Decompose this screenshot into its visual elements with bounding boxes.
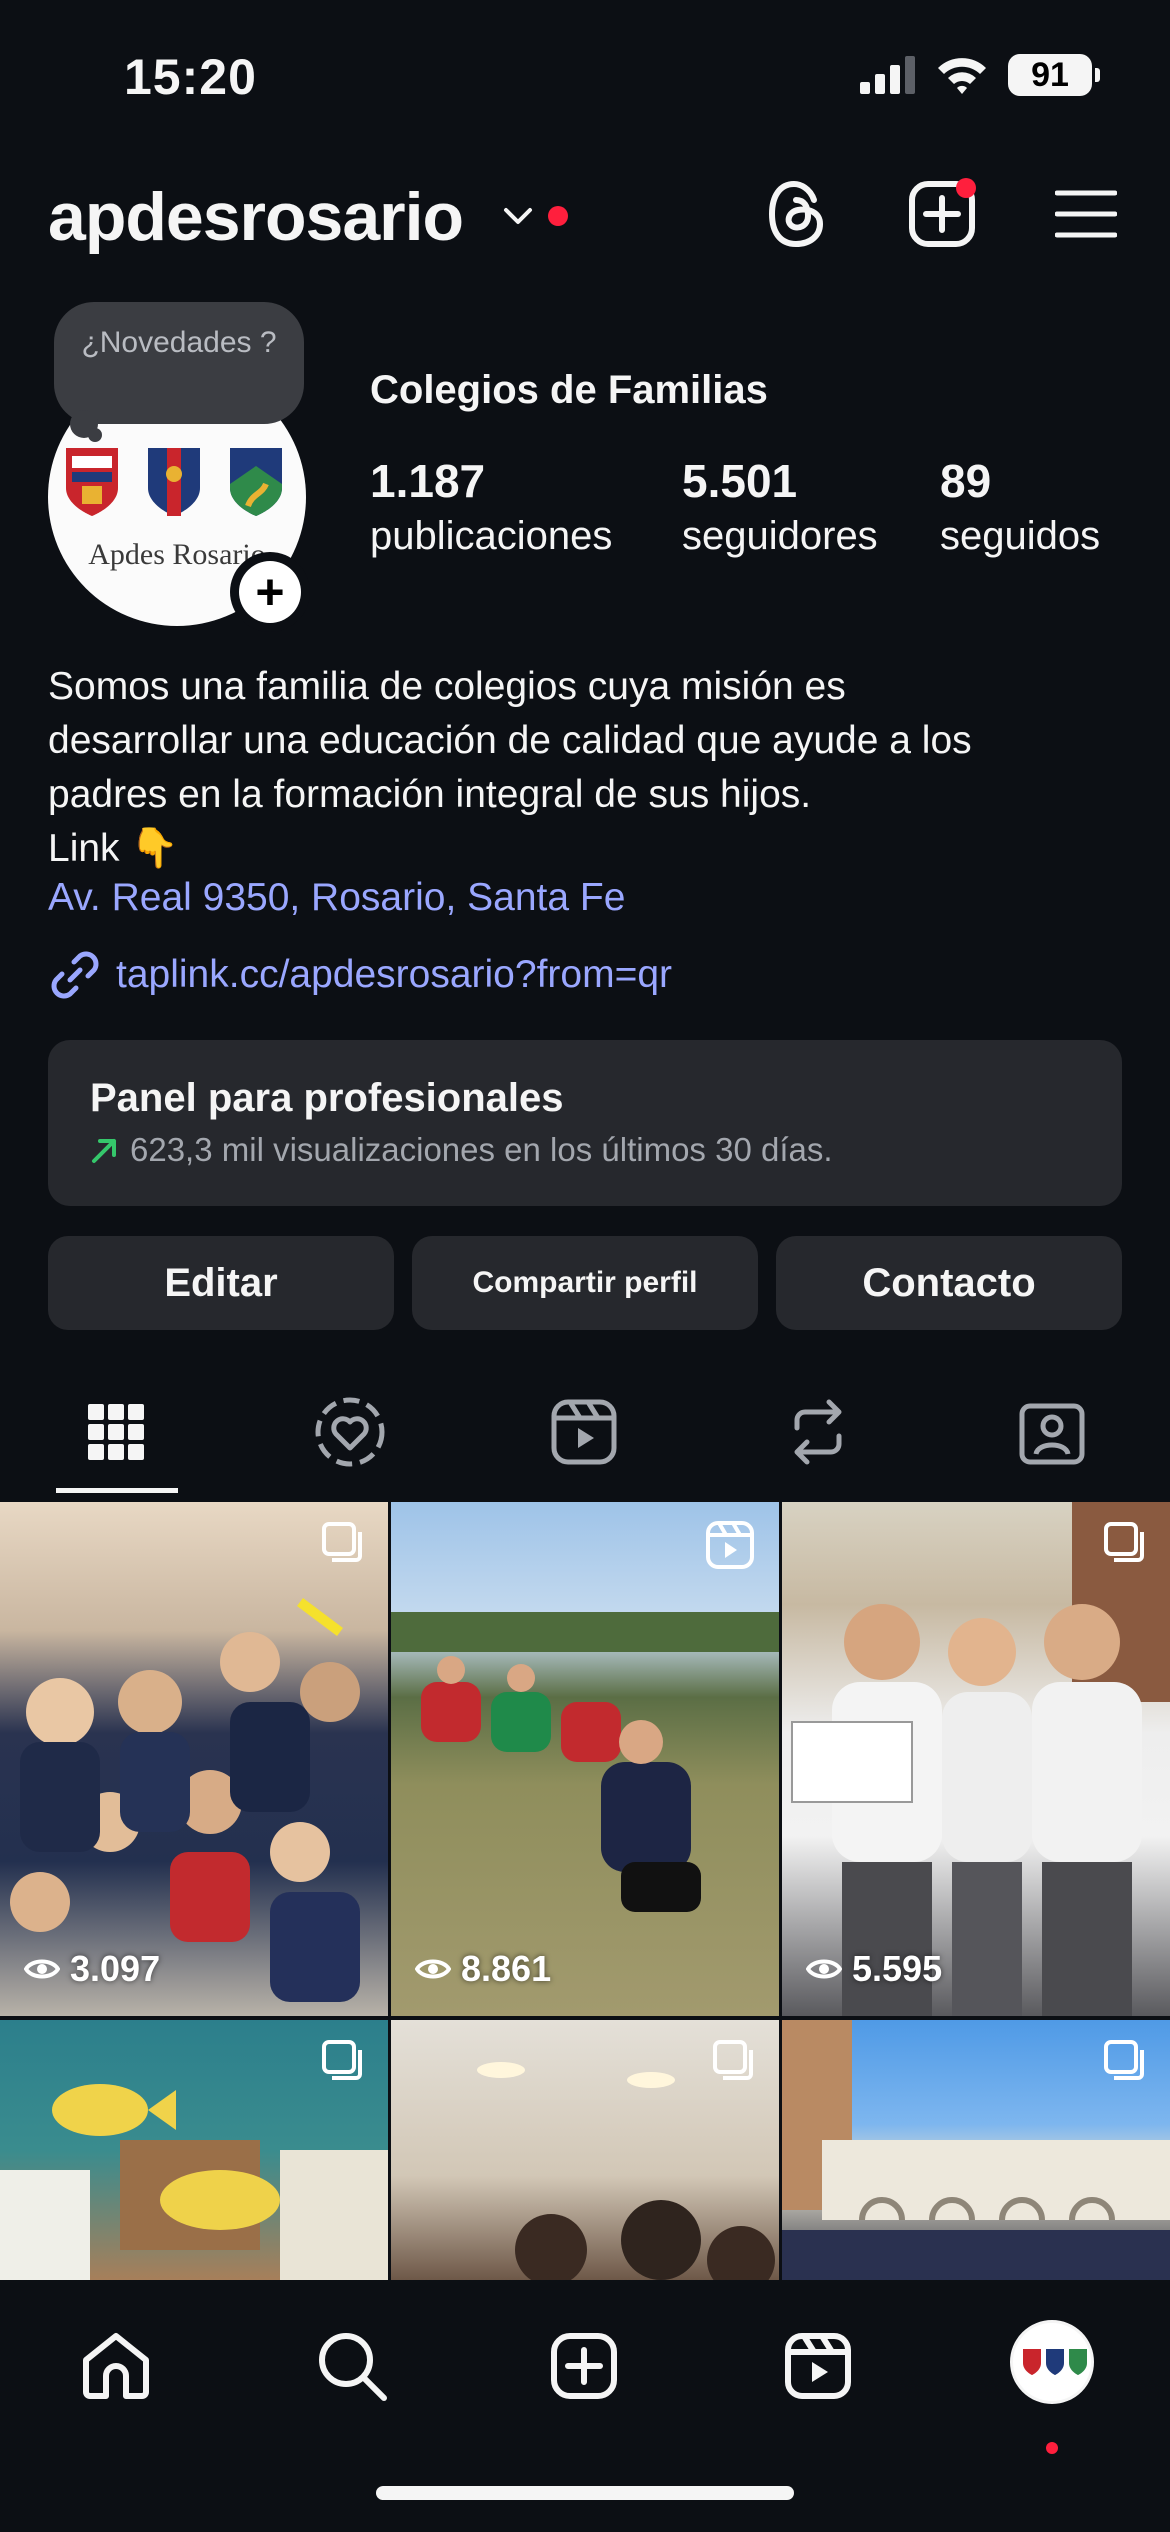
threads-button[interactable]: [762, 178, 834, 250]
nav-profile-avatar[interactable]: [1010, 2320, 1094, 2404]
edit-profile-button[interactable]: Editar: [48, 1236, 394, 1330]
stat-following-count: 89: [940, 455, 992, 507]
post-thumbnail[interactable]: 3.097: [0, 1502, 388, 2016]
profile-address[interactable]: Av. Real 9350, Rosario, Santa Fe: [48, 876, 625, 920]
eye-icon: [415, 1959, 451, 1979]
multi-photo-icon: [1104, 2040, 1144, 2080]
share-profile-button[interactable]: Compartir perfil: [412, 1236, 758, 1330]
stat-followers[interactable]: 5.501 seguidores: [682, 454, 878, 559]
trend-up-icon: [92, 1139, 116, 1163]
status-time: 15:20: [124, 49, 257, 105]
profile-link-text[interactable]: taplink.cc/apdesrosario?from=qr: [116, 953, 672, 997]
home-icon: [83, 2333, 149, 2399]
professional-dashboard[interactable]: Panel para profesionales 623,3 mil visua…: [48, 1040, 1122, 1206]
profile-category: Colegios de Familias: [370, 368, 768, 412]
multi-photo-icon: [713, 2040, 753, 2080]
bio-line: desarrollar una educación de calidad que…: [48, 719, 972, 762]
post-views: 5.595: [806, 1948, 942, 1990]
post-views: 3.097: [24, 1948, 160, 1990]
status-indicators: 91: [860, 54, 1100, 96]
contact-button[interactable]: Contacto: [776, 1236, 1122, 1330]
search-icon: [319, 2333, 387, 2401]
tab-reels[interactable]: [534, 1396, 634, 1468]
multi-photo-icon: [322, 1522, 362, 1562]
note-bubble[interactable]: ¿Novedades ?: [54, 302, 304, 424]
stat-followers-label: seguidores: [682, 514, 878, 558]
multi-photo-icon: [322, 2040, 362, 2080]
chevron-down-icon[interactable]: [500, 198, 536, 234]
bio-line: Somos una familia de colegios cuya misió…: [48, 665, 846, 708]
profile-bio: Somos una familia de colegios cuya misió…: [48, 660, 1128, 876]
post-thumbnail[interactable]: [391, 2020, 779, 2280]
panel-subtitle-text: 623,3 mil visualizaciones en los últimos…: [130, 1131, 833, 1168]
add-square-icon: [551, 2333, 617, 2399]
stat-posts[interactable]: 1.187 publicaciones: [370, 454, 612, 559]
home-indicator[interactable]: [376, 2486, 794, 2500]
active-tab-indicator: [56, 1488, 178, 1493]
tagged-person-icon: [1019, 1403, 1085, 1465]
stat-followers-count: 5.501: [682, 455, 798, 507]
post-photo-students-drawings: [791, 1502, 1170, 2016]
eye-icon: [24, 1959, 60, 1979]
notification-dot: [548, 206, 568, 226]
stat-following[interactable]: 89 seguidos: [940, 454, 1100, 559]
reel-icon: [706, 1521, 754, 1569]
post-photo-kids-classroom: [10, 1598, 360, 2002]
repost-icon: [794, 1399, 842, 1465]
multi-photo-icon: [1104, 1522, 1144, 1562]
post-thumbnail[interactable]: 8.861: [391, 1502, 779, 2016]
eye-icon: [806, 1959, 842, 1979]
tab-posts-grid[interactable]: [66, 1396, 166, 1468]
profile-notification-dot: [1046, 2442, 1058, 2454]
stat-posts-count: 1.187: [370, 455, 486, 507]
profile-link[interactable]: taplink.cc/apdesrosario?from=qr: [48, 948, 672, 1002]
reels-icon: [785, 2333, 851, 2399]
stat-posts-label: publicaciones: [370, 514, 613, 558]
nav-search[interactable]: [312, 2326, 392, 2406]
plus-icon: +: [239, 561, 301, 623]
post-thumbnail[interactable]: [782, 2020, 1170, 2280]
school-crests-logo: [66, 448, 282, 516]
nav-home[interactable]: [76, 2326, 156, 2406]
post-thumbnail[interactable]: 5.595: [782, 1502, 1170, 2016]
add-story-button[interactable]: +: [230, 552, 310, 632]
bio-line: padres en la formación integral de sus h…: [48, 773, 812, 816]
nav-reels[interactable]: [778, 2326, 858, 2406]
panel-title: Panel para profesionales: [90, 1076, 564, 1120]
cellular-signal-icon: [860, 56, 915, 94]
threads-icon: [768, 180, 824, 248]
wifi-icon: [938, 58, 986, 94]
stat-following-label: seguidos: [940, 514, 1101, 558]
grid-icon: [88, 1404, 144, 1460]
link-icon: [51, 951, 99, 999]
tab-tagged[interactable]: [1002, 1396, 1102, 1468]
panel-subtitle: 623,3 mil visualizaciones en los últimos…: [90, 1131, 1080, 1169]
tab-activity[interactable]: [300, 1396, 400, 1468]
hamburger-menu-icon: [1055, 190, 1117, 238]
menu-button[interactable]: [1050, 178, 1122, 250]
account-username[interactable]: apdesrosario: [48, 178, 464, 256]
note-bubble-tail-small: [88, 428, 102, 442]
create-notification-dot: [956, 178, 976, 198]
bio-line: Link 👇: [48, 827, 179, 870]
nav-create[interactable]: [544, 2326, 624, 2406]
post-views-count: 8.861: [461, 1948, 552, 1989]
battery-indicator: 91: [1008, 54, 1100, 96]
reels-icon: [551, 1399, 617, 1465]
heart-dashed-circle-icon: [315, 1397, 385, 1467]
post-photo-sports-race: [391, 1612, 779, 1912]
tab-reposts[interactable]: [768, 1396, 868, 1468]
post-views-count: 3.097: [70, 1948, 161, 1989]
post-views: 8.861: [415, 1948, 551, 1990]
post-views-count: 5.595: [852, 1948, 943, 1989]
post-thumbnail[interactable]: [0, 2020, 388, 2280]
